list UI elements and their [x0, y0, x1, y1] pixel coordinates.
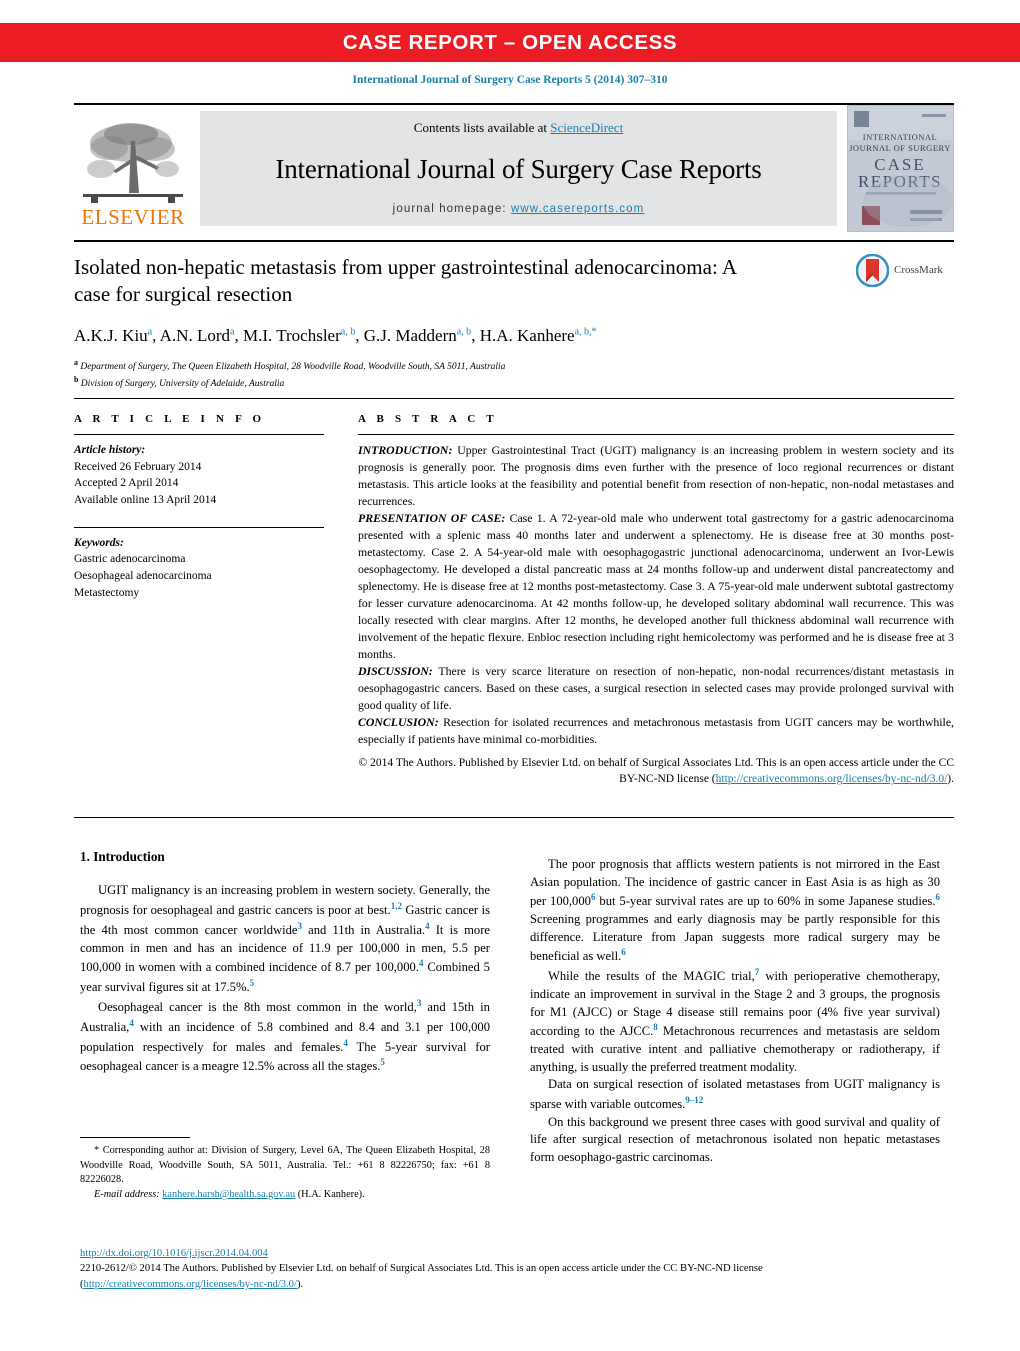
- journal-title: International Journal of Surgery Case Re…: [275, 154, 762, 184]
- svg-text:INTERNATIONAL: INTERNATIONAL: [863, 132, 938, 142]
- contents-lists-line: Contents lists available at ScienceDirec…: [414, 120, 623, 136]
- email-owner: (H.A. Kanhere).: [297, 1188, 365, 1200]
- issn-text: 2210-2612/© 2014 The Authors. Published …: [80, 1263, 763, 1275]
- abstract-section: DISCUSSION: There is very scarce literat…: [358, 663, 954, 714]
- history-received: Received 26 February 2014: [74, 460, 202, 473]
- intro-paragraph: Data on surgical resection of isolated m…: [530, 1077, 940, 1112]
- divider: [358, 434, 954, 435]
- title-block: Isolated non-hepatic metastasis from upp…: [74, 240, 954, 392]
- body-column-left: 1. Introduction UGIT malignancy is an in…: [80, 848, 490, 1076]
- abstract-section-label: DISCUSSION:: [358, 663, 433, 678]
- email-note: E-mail address: kanhere.harsh@health.sa.…: [80, 1188, 490, 1203]
- section-heading-introduction: 1. Introduction: [80, 849, 165, 864]
- crossmark-icon: [856, 253, 889, 287]
- keyword-item: Gastric adenocarcinoma: [74, 553, 186, 566]
- keywords-group: Keywords: Gastric adenocarcinoma Oesopha…: [74, 535, 324, 602]
- homepage-prefix: journal homepage:: [392, 203, 511, 215]
- journal-homepage-link[interactable]: www.casereports.com: [511, 203, 644, 215]
- journal-cover-thumbnail: INTERNATIONAL JOURNAL OF SURGERY CASE RE…: [847, 105, 954, 232]
- contents-prefix: Contents lists available at: [413, 120, 551, 135]
- intro-paragraph: Oesophageal cancer is the 8th most commo…: [80, 997, 490, 1074]
- abstract-bottom-divider: [74, 817, 954, 818]
- info-abstract-region: A R T I C L E I N F O Article history: R…: [74, 398, 954, 818]
- crossmark-badge[interactable]: CrossMark: [856, 252, 956, 288]
- cc-license-link[interactable]: http://creativecommons.org/licenses/by-n…: [716, 773, 948, 785]
- keyword-item: Metastectomy: [74, 586, 140, 599]
- page-title: Isolated non-hepatic metastasis from upp…: [74, 255, 736, 307]
- history-accepted: Accepted 2 April 2014: [74, 477, 179, 490]
- sciencedirect-link[interactable]: ScienceDirect: [550, 120, 623, 135]
- banner-label: CASE REPORT – OPEN ACCESS: [342, 30, 678, 54]
- abstract-section-label: CONCLUSION:: [358, 714, 439, 729]
- masthead-center-panel: Contents lists available at ScienceDirec…: [200, 111, 837, 226]
- keywords-label: Keywords:: [74, 536, 124, 549]
- issn-license-line: 2210-2612/© 2014 The Authors. Published …: [80, 1261, 960, 1276]
- license-close-paren: ).: [296, 1278, 304, 1290]
- abstract-body: INTRODUCTION: Upper Gastrointestinal Tra…: [358, 442, 954, 788]
- divider: [74, 526, 324, 528]
- bottom-cc-license-link[interactable]: http://creativecommons.org/licenses/by-n…: [84, 1279, 297, 1290]
- email-label: E-mail address:: [94, 1188, 160, 1200]
- elsevier-tree-icon: [79, 117, 187, 205]
- abstract-section-label: PRESENTATION OF CASE:: [358, 510, 506, 525]
- elsevier-wordmark: ELSEVIER: [81, 205, 185, 229]
- abstract-column: A B S T R A C T INTRODUCTION: Upper Gast…: [358, 413, 954, 788]
- open-access-banner: CASE REPORT – OPEN ACCESS: [0, 23, 1020, 62]
- article-info-heading: A R T I C L E I N F O: [74, 413, 266, 425]
- abstract-copyright: © 2014 The Authors. Published by Elsevie…: [358, 755, 954, 788]
- doi-line: http://dx.doi.org/10.1016/j.ijscr.2014.0…: [80, 1246, 960, 1261]
- affiliation-b: b Division of Surgery, University of Ade…: [74, 375, 285, 390]
- intro-paragraph: UGIT malignancy is an increasing problem…: [80, 883, 490, 995]
- affiliation-a: a Department of Surgery, The Queen Eliza…: [74, 357, 506, 372]
- doi-license-block: http://dx.doi.org/10.1016/j.ijscr.2014.0…: [80, 1246, 960, 1292]
- author-list: A.K.J. Kiua, A.N. Lorda, M.I. Trochslera…: [74, 325, 597, 345]
- intro-paragraph: On this background we present three case…: [530, 1114, 940, 1164]
- abstract-section-label: INTRODUCTION:: [358, 443, 453, 457]
- copyright-tail: ).: [947, 773, 954, 786]
- intro-paragraph: While the results of the MAGIC trial,7 w…: [530, 967, 940, 1074]
- abstract-section: PRESENTATION OF CASE: Case 1. A 72-year-…: [358, 510, 954, 663]
- license-line: (http://creativecommons.org/licenses/by-…: [80, 1277, 960, 1292]
- abstract-section: INTRODUCTION: Upper Gastrointestinal Tra…: [358, 442, 954, 510]
- affiliations: a Department of Surgery, The Queen Eliza…: [74, 357, 954, 392]
- intro-paragraph: The poor prognosis that afflicts western…: [530, 857, 940, 964]
- article-history-label: Article history:: [74, 444, 146, 456]
- keyword-item: Oesophageal adenocarcinoma: [74, 570, 212, 583]
- affiliation-a-text: Department of Surgery, The Queen Elizabe…: [80, 361, 506, 372]
- corresponding-author-note: * Corresponding author at: Division of S…: [80, 1145, 490, 1186]
- journal-reference-line: International Journal of Surgery Case Re…: [352, 74, 668, 86]
- history-available-online: Available online 13 April 2014: [74, 494, 217, 507]
- doi-link[interactable]: http://dx.doi.org/10.1016/j.ijscr.2014.0…: [80, 1248, 268, 1259]
- journal-homepage-line: journal homepage: www.casereports.com: [393, 203, 645, 215]
- abstract-section-text: Resection for isolated recurrences and m…: [358, 714, 954, 746]
- abstract-section-text: Case 1. A 72-year-old male who underwent…: [358, 510, 954, 661]
- footnote-divider: [80, 1137, 190, 1138]
- abstract-heading: A B S T R A C T: [358, 413, 498, 425]
- article-info-column: A R T I C L E I N F O Article history: R…: [74, 413, 324, 601]
- author-email-link[interactable]: kanhere.harsh@health.sa.gov.au: [162, 1189, 295, 1200]
- abstract-section-text: There is very scarce literature on resec…: [358, 663, 954, 712]
- body-column-right: The poor prognosis that afflicts western…: [530, 856, 940, 1167]
- svg-text:JOURNAL OF SURGERY: JOURNAL OF SURGERY: [849, 143, 951, 153]
- journal-masthead: ELSEVIER Contents lists available at Sci…: [74, 103, 954, 232]
- abstract-section: CONCLUSION: Resection for isolated recur…: [358, 714, 954, 748]
- affiliation-b-text: Division of Surgery, University of Adela…: [80, 379, 285, 390]
- crossmark-label: CrossMark: [894, 264, 943, 276]
- divider: [74, 434, 324, 435]
- elsevier-logo: ELSEVIER: [74, 109, 192, 228]
- article-history-group: Article history: Received 26 February 20…: [74, 442, 324, 509]
- footnotes: * Corresponding author at: Division of S…: [80, 1144, 490, 1202]
